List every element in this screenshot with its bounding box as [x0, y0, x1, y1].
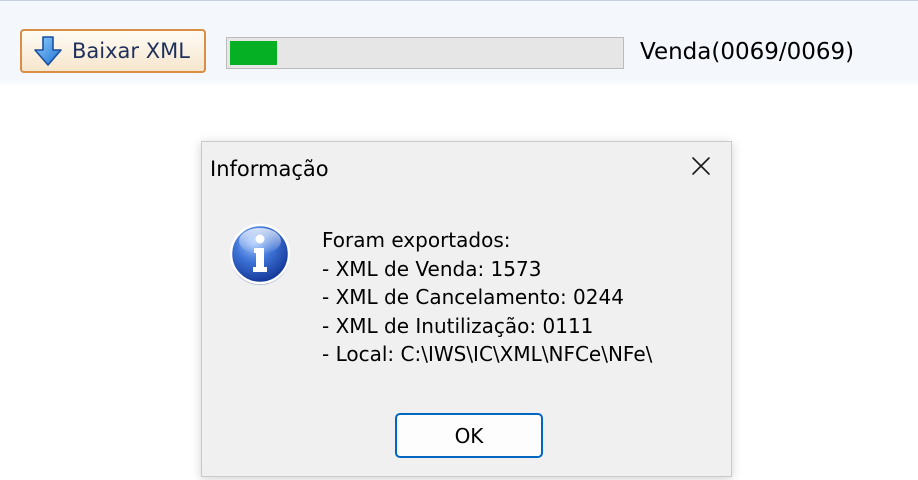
ok-button[interactable]: OK — [395, 413, 543, 458]
download-xml-button[interactable]: Baixar XML — [20, 29, 206, 73]
progress-bar-fill — [230, 41, 277, 65]
dialog-message: Foram exportados: - XML de Venda: 1573 -… — [322, 226, 652, 369]
dialog-close-button[interactable] — [671, 142, 731, 190]
dialog-titlebar: Informação — [202, 142, 731, 197]
toolbar: Baixar XML Venda(0069/0069) — [0, 0, 918, 80]
close-icon — [692, 157, 710, 175]
toolbar-shadow — [0, 80, 918, 86]
message-line: - XML de Venda: 1573 — [322, 256, 542, 281]
message-line: - XML de Cancelamento: 0244 — [322, 285, 624, 309]
download-xml-button-label: Baixar XML — [72, 39, 190, 63]
progress-bar — [226, 37, 624, 69]
message-line: - XML de Inutilização: 0111 — [322, 313, 594, 338]
dialog-body: Foram exportados: - XML de Venda: 1573 -… — [202, 197, 731, 476]
info-icon — [229, 223, 291, 285]
dialog-title: Informação — [210, 157, 329, 181]
information-dialog: Informação Foram exportados: - XML de Ve… — [201, 141, 732, 477]
message-line: Foram exportados: — [322, 228, 511, 252]
arrow-down-icon — [32, 34, 64, 68]
progress-status-text: Venda(0069/0069) — [640, 39, 855, 65]
message-line: - Local: C:\IWS\IC\XML\NFCe\NFe\ — [322, 342, 653, 366]
